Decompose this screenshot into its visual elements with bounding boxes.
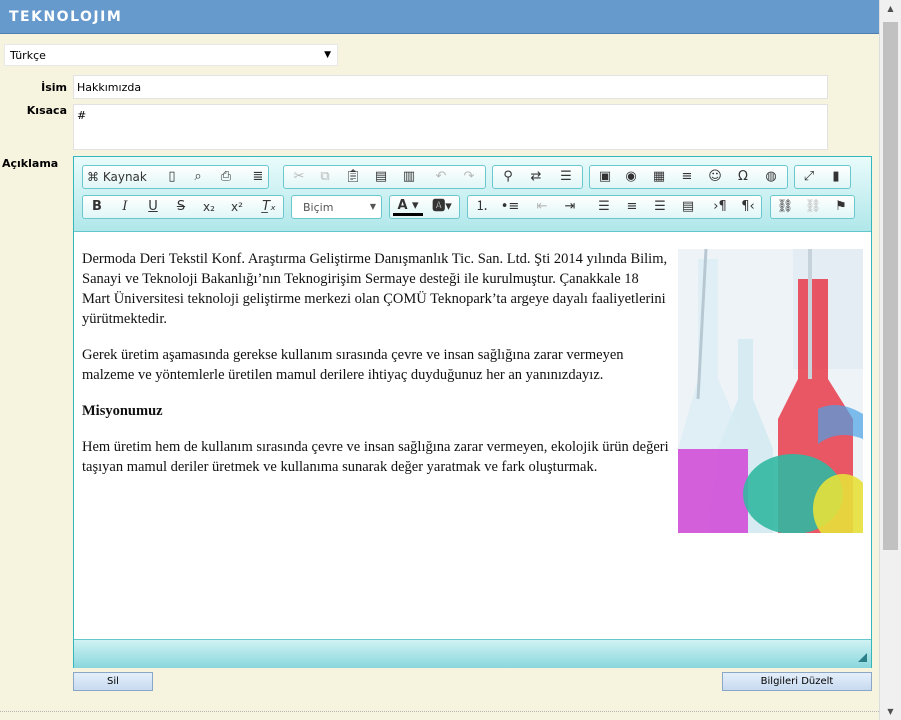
format-combo[interactable]: Biçim ▼ <box>291 195 382 219</box>
resize-handle-icon[interactable] <box>858 653 867 662</box>
redo-icon[interactable]: ↷ <box>458 168 480 186</box>
toolbar-group-find: ⚲ ⇄ ☰ <box>492 165 583 189</box>
content-heading: Misyonumuz <box>82 403 163 419</box>
page-scrollbar[interactable]: ▲ ▼ <box>879 0 901 720</box>
editor-toolbar: ⌘ Kaynak ▯ ⌕ ⎙ ≣ ✂ ⧉ 📋︎ ▤ ▥ ↶ ↷ ⚲ ⇄ ☰ ▣ … <box>74 157 871 232</box>
content-paragraph: Hem üretim hem de kullanım sırasında çev… <box>82 439 669 475</box>
preview-icon[interactable]: ⌕ <box>187 168 209 186</box>
description-label: Açıklama <box>2 157 59 170</box>
content-image[interactable] <box>678 249 863 533</box>
smiley-icon[interactable]: ☺ <box>704 168 726 186</box>
maximize-icon[interactable]: ⤢ <box>798 168 820 186</box>
cut-icon[interactable]: ✂ <box>288 168 310 186</box>
horizontal-rule-icon[interactable]: ≡ <box>676 168 698 186</box>
update-button[interactable]: Bilgileri Düzelt <box>722 672 872 691</box>
lab-flasks-illustration <box>678 249 863 533</box>
remove-format-icon[interactable]: T̲ₓ <box>258 198 280 216</box>
iframe-icon[interactable]: ◍ <box>760 168 782 186</box>
scroll-up-icon[interactable]: ▲ <box>880 0 901 17</box>
editor-content[interactable]: Dermoda Deri Tekstil Konf. Araştırma Gel… <box>74 232 871 638</box>
select-all-icon[interactable]: ☰ <box>555 168 577 186</box>
bold-icon[interactable]: B <box>86 198 108 216</box>
special-char-icon[interactable]: Ω <box>732 168 754 186</box>
source-icon: ⌘ <box>87 170 99 184</box>
toolbar-group-view: ⤢ ▮ <box>794 165 851 189</box>
subscript-icon[interactable]: x₂ <box>198 198 220 216</box>
toolbar-group-colors: A ▾ 🅰︎▾ <box>389 195 460 219</box>
new-page-icon[interactable]: ▯ <box>161 168 183 186</box>
bg-color-icon[interactable]: 🅰︎▾ <box>427 198 457 216</box>
toolbar-group-document: ⌘ Kaynak ▯ ⌕ ⎙ ≣ <box>82 165 269 189</box>
name-label: İsim <box>41 81 67 94</box>
toolbar-group-links: ⛓ ⛓ ⚑ <box>770 195 855 219</box>
copy-icon[interactable]: ⧉ <box>314 168 336 186</box>
language-select[interactable]: Türkçe ▼ <box>4 44 338 66</box>
image-icon[interactable]: ▣ <box>594 168 616 186</box>
text-color-icon[interactable]: A ▾ <box>393 198 423 216</box>
align-center-icon[interactable]: ≡ <box>621 198 643 216</box>
table-icon[interactable]: ▦ <box>648 168 670 186</box>
app-logo: TEKNOLOJIM <box>9 9 123 25</box>
templates-icon[interactable]: ≣ <box>247 168 269 186</box>
toolbar-group-clipboard: ✂ ⧉ 📋︎ ▤ ▥ ↶ ↷ <box>283 165 486 189</box>
chevron-down-icon: ▼ <box>324 50 331 60</box>
italic-icon[interactable]: I <box>114 198 136 216</box>
replace-icon[interactable]: ⇄ <box>525 168 547 186</box>
toolbar-group-paragraph: ⒈ •≡ ⇤ ⇥ ☰ ≡ ☰ ▤ ›¶ ¶‹ <box>467 195 762 219</box>
anchor-icon[interactable]: ⚑ <box>830 198 852 216</box>
show-blocks-icon[interactable]: ▮ <box>825 168 847 186</box>
align-right-icon[interactable]: ☰ <box>649 198 671 216</box>
align-left-icon[interactable]: ☰ <box>593 198 615 216</box>
underline-icon[interactable]: U <box>142 198 164 216</box>
divider <box>0 711 879 712</box>
numbered-list-icon[interactable]: ⒈ <box>471 198 493 216</box>
paste-text-icon[interactable]: ▤ <box>370 168 392 186</box>
chevron-down-icon: ▼ <box>369 202 376 211</box>
content-paragraph: Gerek üretim aşamasında gerekse kullanım… <box>82 347 624 383</box>
rich-text-editor[interactable]: ⌘ Kaynak ▯ ⌕ ⎙ ≣ ✂ ⧉ 📋︎ ▤ ▥ ↶ ↷ ⚲ ⇄ ☰ ▣ … <box>73 156 872 668</box>
link-icon[interactable]: ⛓ <box>774 198 796 216</box>
bullet-list-icon[interactable]: •≡ <box>499 198 521 216</box>
short-textarea[interactable]: # <box>73 104 828 150</box>
rtl-icon[interactable]: ¶‹ <box>737 198 759 216</box>
superscript-icon[interactable]: x² <box>226 198 248 216</box>
scroll-down-icon[interactable]: ▼ <box>880 703 901 720</box>
flash-icon[interactable]: ◉ <box>620 168 642 186</box>
print-icon[interactable]: ⎙ <box>215 168 237 186</box>
paste-word-icon[interactable]: ▥ <box>398 168 420 186</box>
find-icon[interactable]: ⚲ <box>497 168 519 186</box>
name-input[interactable]: Hakkımızda <box>73 75 828 99</box>
language-selected: Türkçe <box>10 49 46 62</box>
editor-statusbar <box>74 639 871 668</box>
indent-icon[interactable]: ⇥ <box>559 198 581 216</box>
content-text: Dermoda Deri Tekstil Konf. Araştırma Gel… <box>82 249 670 493</box>
justify-icon[interactable]: ▤ <box>677 198 699 216</box>
paste-icon[interactable]: 📋︎ <box>342 168 364 186</box>
source-button[interactable]: ⌘ Kaynak <box>87 168 155 186</box>
ltr-icon[interactable]: ›¶ <box>709 198 731 216</box>
short-label: Kısaca <box>26 104 67 117</box>
scroll-thumb[interactable] <box>883 22 898 550</box>
app-header: TEKNOLOJIM <box>0 0 879 34</box>
toolbar-group-basic-styles: B I U S x₂ x² T̲ₓ <box>82 195 284 219</box>
toolbar-group-insert: ▣ ◉ ▦ ≡ ☺ Ω ◍ <box>589 165 788 189</box>
outdent-icon[interactable]: ⇤ <box>531 198 553 216</box>
strike-icon[interactable]: S <box>170 198 192 216</box>
delete-button[interactable]: Sil <box>73 672 153 691</box>
unlink-icon[interactable]: ⛓ <box>802 198 824 216</box>
undo-icon[interactable]: ↶ <box>430 168 452 186</box>
content-paragraph: Dermoda Deri Tekstil Konf. Araştırma Gel… <box>82 251 668 327</box>
